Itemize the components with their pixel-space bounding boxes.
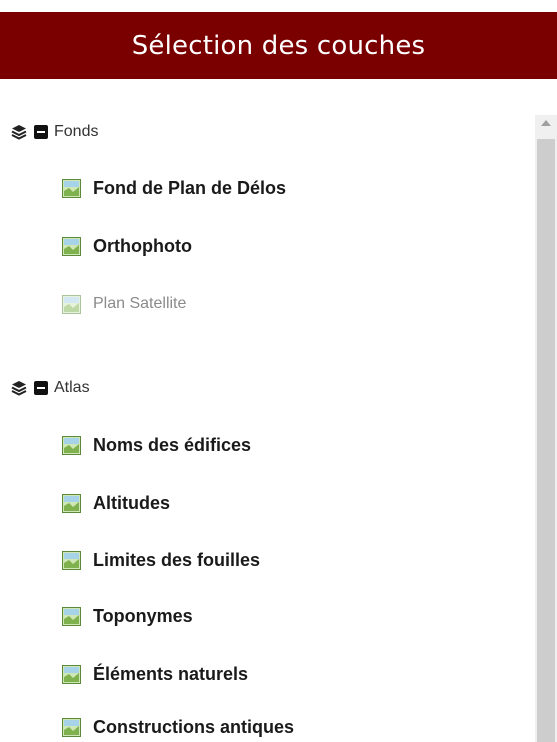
layer-label: Fond de Plan de Délos — [93, 177, 287, 198]
vertical-scrollbar[interactable] — [535, 115, 557, 742]
layer-icon — [62, 294, 81, 314]
layer-label: Constructions antiques — [93, 716, 295, 737]
layer-item[interactable]: Orthophoto — [62, 231, 192, 261]
layer-icon — [62, 236, 81, 256]
collapse-icon[interactable] — [34, 125, 48, 139]
layer-label: Limites des fouilles — [93, 549, 261, 570]
panel-header: Sélection des couches — [0, 12, 557, 79]
group-atlas[interactable]: Atlas — [10, 373, 90, 403]
layer-icon — [62, 493, 81, 513]
layer-item[interactable]: Plan Satellite — [62, 289, 186, 319]
layer-icon — [62, 664, 81, 684]
layers-icon — [10, 379, 28, 397]
collapse-icon[interactable] — [34, 381, 48, 395]
group-label: Fonds — [54, 123, 99, 140]
layer-icon — [62, 435, 81, 455]
layer-tree: Fonds Fond de Plan de Délos Orthophoto P… — [0, 79, 535, 742]
layer-icon — [62, 717, 81, 737]
layer-item[interactable]: Limites des fouilles — [62, 545, 260, 575]
layer-item[interactable]: Fond de Plan de Délos — [62, 173, 286, 203]
layer-label: Plan Satellite — [93, 295, 187, 312]
scroll-up-arrow-icon[interactable] — [535, 115, 557, 131]
layer-icon — [62, 550, 81, 570]
group-fonds[interactable]: Fonds — [10, 117, 98, 147]
layer-item[interactable]: Constructions antiques — [62, 712, 294, 742]
scroll-thumb[interactable] — [537, 139, 555, 742]
layers-icon — [10, 123, 28, 141]
panel-title: Sélection des couches — [131, 30, 426, 61]
group-label: Atlas — [54, 379, 90, 396]
layer-item[interactable]: Altitudes — [62, 488, 170, 518]
layer-label: Noms des édifices — [93, 434, 252, 455]
layer-item[interactable]: Noms des édifices — [62, 430, 251, 460]
layer-label: Orthophoto — [93, 235, 192, 256]
layer-icon — [62, 606, 81, 626]
layer-label: Éléments naturels — [93, 663, 249, 684]
layer-label: Altitudes — [93, 492, 171, 513]
layer-label: Toponymes — [93, 605, 193, 626]
layer-item[interactable]: Éléments naturels — [62, 659, 248, 689]
layer-item[interactable]: Toponymes — [62, 601, 193, 631]
layer-icon — [62, 178, 81, 198]
